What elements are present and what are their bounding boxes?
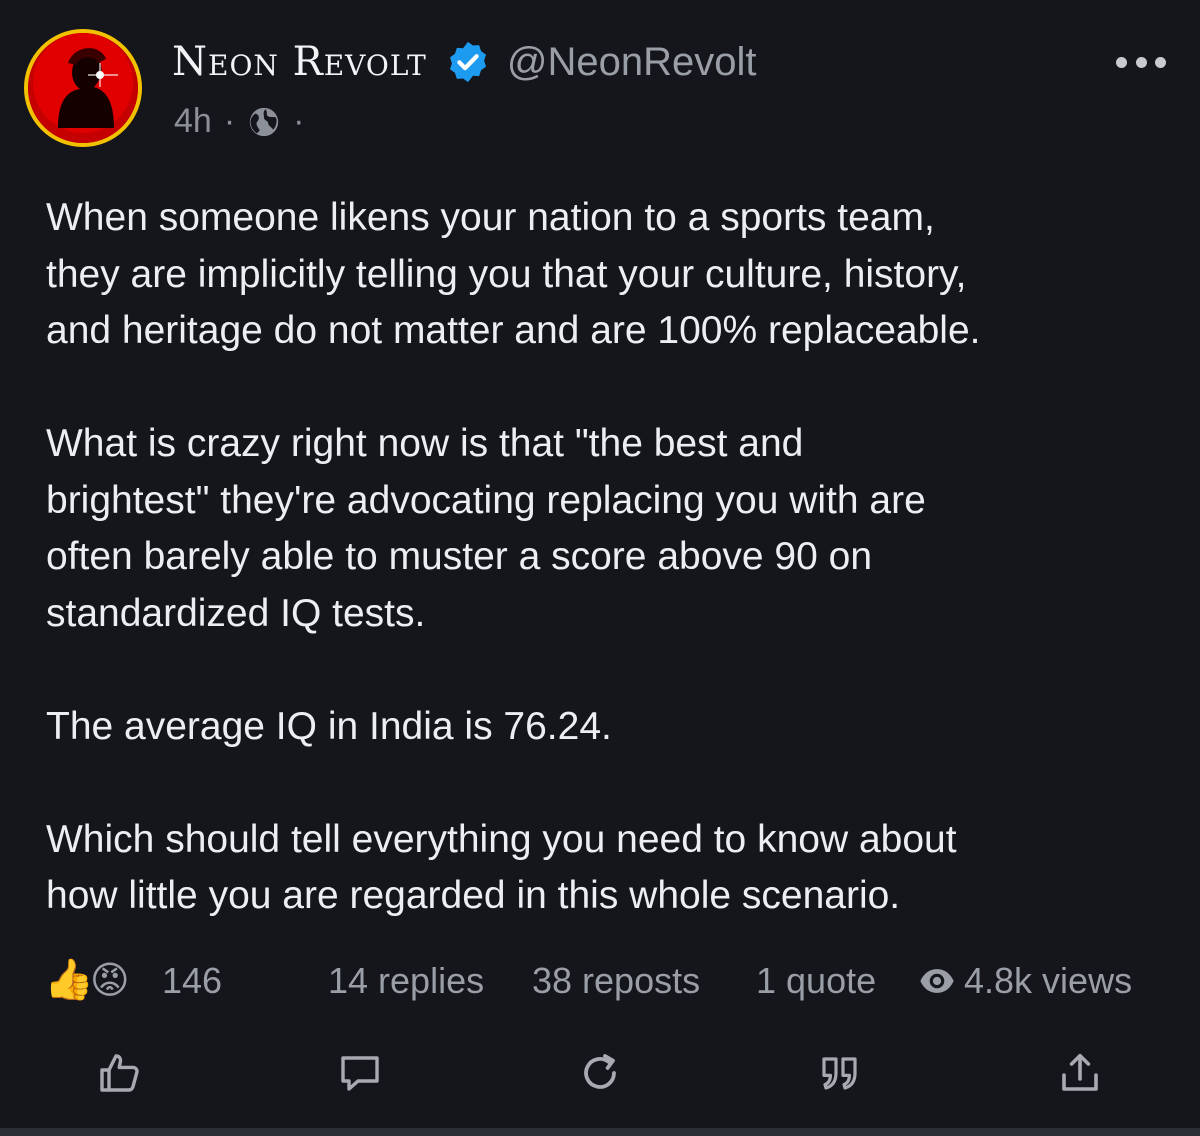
- views-count-container: 4.8k views: [918, 960, 1132, 1002]
- repost-icon: [584, 1054, 616, 1089]
- eye-icon: [918, 962, 956, 1000]
- post-header: Neon Revolt @NeonRevolt: [172, 36, 756, 88]
- share-icon: [1062, 1053, 1098, 1091]
- post-time[interactable]: 4h: [174, 102, 212, 141]
- avatar-image: [28, 33, 138, 143]
- display-name[interactable]: Neon Revolt: [172, 36, 427, 88]
- avatar[interactable]: [24, 29, 142, 147]
- post-meta: 4h · ·: [174, 102, 316, 141]
- globe-icon: [247, 105, 281, 139]
- post-paragraph: The average IQ in India is 76.24.: [46, 704, 612, 748]
- like-button[interactable]: [92, 1045, 148, 1101]
- post-paragraph: What is crazy right now is that "the bes…: [46, 422, 926, 635]
- post-body: When someone likens your nation to a spo…: [46, 190, 1176, 925]
- thumbs-up-reaction-icon: 👍: [44, 958, 94, 1002]
- quotes-count[interactable]: 1 quote: [756, 960, 876, 1002]
- like-icon: [100, 1054, 139, 1092]
- reply-button[interactable]: [332, 1045, 388, 1101]
- user-handle[interactable]: @NeonRevolt: [507, 36, 757, 88]
- reaction-count[interactable]: 146: [162, 960, 222, 1002]
- views-count[interactable]: 4.8k views: [964, 960, 1132, 1002]
- post-paragraph: When someone likens your nation to a spo…: [46, 196, 981, 352]
- angry-reaction-icon: 😡: [90, 960, 130, 1002]
- quote-icon: [822, 1057, 857, 1090]
- meta-separator: ·: [223, 102, 236, 140]
- repost-button[interactable]: [572, 1045, 628, 1101]
- quote-button[interactable]: [812, 1045, 868, 1101]
- reactions-summary[interactable]: 👍 😡: [44, 956, 144, 1008]
- share-button[interactable]: [1052, 1045, 1108, 1101]
- divider: [0, 1128, 1200, 1136]
- post-card: Neon Revolt @NeonRevolt 4h · · When some…: [0, 0, 1200, 1136]
- engagement-stats: 👍 😡 146 14 replies 38 reposts 1 quote 4.…: [44, 952, 1164, 1012]
- reply-icon: [341, 1056, 379, 1091]
- reposts-count[interactable]: 38 reposts: [532, 960, 700, 1002]
- verified-badge-icon: [445, 39, 491, 85]
- action-bar: [0, 1045, 1200, 1105]
- post-paragraph: Which should tell everything you need to…: [46, 817, 957, 918]
- replies-count[interactable]: 14 replies: [328, 960, 484, 1002]
- meta-separator: ·: [293, 102, 305, 140]
- more-options-icon[interactable]: [1116, 50, 1166, 74]
